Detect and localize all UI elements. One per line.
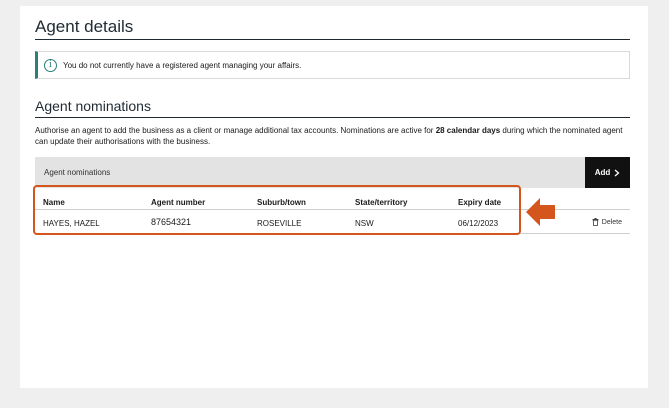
- trash-icon: [592, 218, 599, 226]
- highlight-box: [33, 185, 521, 235]
- notice-text: You do not currently have a registered a…: [63, 60, 302, 70]
- section-title: Agent nominations: [35, 98, 151, 114]
- section-divider: [35, 117, 630, 118]
- page-title: Agent details: [35, 17, 134, 36]
- add-nomination-button[interactable]: Add: [585, 157, 630, 188]
- section-description: Authorise an agent to add the business a…: [35, 125, 630, 147]
- title-divider: [35, 39, 630, 40]
- add-button-label: Add: [594, 168, 611, 177]
- description-part: Authorise an agent to add the business a…: [35, 126, 436, 135]
- delete-nomination-button[interactable]: Delete: [592, 218, 622, 226]
- info-notice: i You do not currently have a registered…: [35, 51, 630, 79]
- info-icon: i: [44, 58, 57, 72]
- nominations-bar-title: Agent nominations: [44, 168, 111, 177]
- description-bold: 28 calendar days: [435, 126, 501, 135]
- chevron-right-icon: [614, 169, 620, 176]
- arrow-left-icon: [526, 198, 555, 226]
- nominations-header-bar: Agent nominations Add: [35, 157, 630, 188]
- delete-label: Delete: [601, 218, 622, 226]
